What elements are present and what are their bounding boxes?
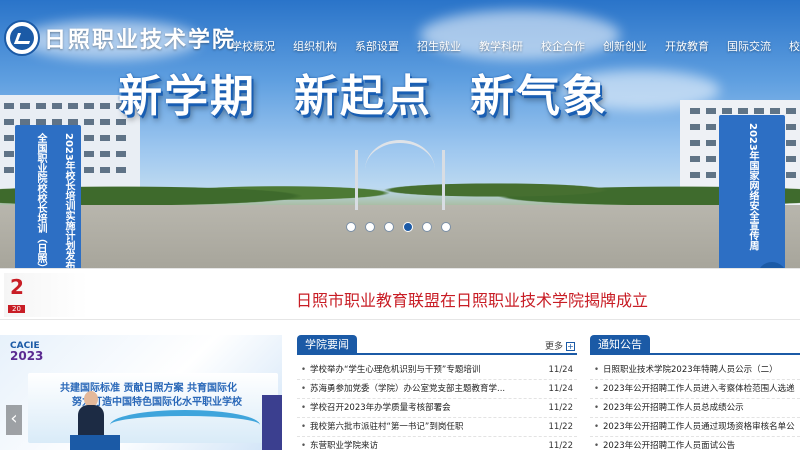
news-item[interactable]: 苏海勇参加党委（学院）办公室党支部主题教育学... 11/24 <box>297 380 577 399</box>
news-item-title: 东营职业学院来访 <box>301 437 378 450</box>
news-more-label: 更多 <box>544 342 563 352</box>
cacie-logo: CACIE 2023 <box>10 341 43 363</box>
carousel-dot[interactable] <box>441 222 451 232</box>
news-photo-slider[interactable]: CACIE 2023 共建国际标准 贡献日照方案 共育国际化 努力打造中国特色国… <box>0 335 282 450</box>
nav-item-industry-cooperation[interactable]: 校企合作 <box>532 38 594 54</box>
podium <box>70 435 120 450</box>
cacie-year: 2023 <box>10 349 44 363</box>
news-item[interactable]: 学校举办“学生心理危机识别与干预”专题培训 11/24 <box>297 361 577 380</box>
right-float-line-1: 2023年国家网络安全宣传周 <box>747 123 758 251</box>
news-panel: 学院要闻 更多+ 学校举办“学生心理危机识别与干预”专题培训 11/24 苏海勇参… <box>297 335 577 450</box>
logo-text: 日照职业技术学院 <box>44 27 237 53</box>
photo-prev-arrow-icon[interactable]: ‹ <box>6 405 22 435</box>
carousel-dot[interactable] <box>384 222 394 232</box>
carousel-dots <box>346 222 451 232</box>
news-item-date: 11/22 <box>548 403 574 413</box>
notice-item[interactable]: 日照职业技术学院2023年特聘人员公示（二） <box>590 361 800 380</box>
news-item-title: 苏海勇参加党委（学院）办公室党支部主题教育学... <box>301 380 505 398</box>
main-nav: 学校概况 组织机构 系部设置 招生就业 教学科研 校企合作 创新创业 开放教育 … <box>222 38 800 54</box>
site-logo[interactable]: 日照职业技术学院 <box>4 20 236 56</box>
backdrop-wave <box>110 410 260 440</box>
notice-panel-title[interactable]: 通知公告 <box>590 335 650 355</box>
news-item[interactable]: 学校召开2023年办学质量考核部署会 11/22 <box>297 399 577 418</box>
headline-tag-year: 20 <box>8 305 25 313</box>
nav-item-school-overview[interactable]: 学校概况 <box>222 38 284 54</box>
notice-item[interactable]: 2023年公开招聘工作人员通过现场资格审核名单公 <box>590 418 800 437</box>
campus-gate <box>355 150 445 210</box>
carousel-dot[interactable] <box>365 222 375 232</box>
nav-item-organization[interactable]: 组织机构 <box>284 38 346 54</box>
news-item-date: 11/24 <box>548 365 574 375</box>
news-item[interactable]: 东营职业学院来访 11/22 <box>297 437 577 450</box>
nav-item-innovation[interactable]: 创新创业 <box>594 38 656 54</box>
nav-item-international[interactable]: 国际交流 <box>718 38 780 54</box>
slogan-word: 新气象 <box>470 71 608 122</box>
slogan-word: 新学期 <box>118 71 256 122</box>
headline-link[interactable]: 日照市职业教育联盟在日照职业技术学院揭牌成立 <box>296 287 648 311</box>
notice-item[interactable]: 2023年公开招聘工作人员面试公告 <box>590 437 800 450</box>
headline-date-tag: 2 20 <box>4 273 88 317</box>
notice-panel-header: 通知公告 <box>590 335 800 355</box>
news-item-title: 学校举办“学生心理危机识别与干预”专题培训 <box>301 361 480 379</box>
carousel-dot[interactable] <box>346 222 356 232</box>
news-panel-title[interactable]: 学院要闻 <box>297 335 357 355</box>
site-header: 日照职业技术学院 学校概况 组织机构 系部设置 招生就业 教学科研 校企合作 创… <box>0 0 800 68</box>
carousel-dot[interactable] <box>403 222 413 232</box>
nav-item-teaching-research[interactable]: 教学科研 <box>470 38 532 54</box>
news-more-link[interactable]: 更多 + <box>545 339 575 352</box>
campus-plaza <box>0 205 800 268</box>
slogan-word: 新起点 <box>294 71 432 122</box>
news-item[interactable]: 我校第六批市派驻村“第一书记”到岗任职 11/22 <box>297 418 577 437</box>
headline-band: 2 20 日照市职业教育联盟在日照职业技术学院揭牌成立 <box>0 268 800 320</box>
notice-item[interactable]: 2023年公开招聘工作人员进入考察体检范围人选递 <box>590 380 800 399</box>
news-item-title: 我校第六批市派驻村“第一书记”到岗任职 <box>301 418 463 436</box>
news-item-date: 11/22 <box>548 422 574 432</box>
news-list: 学校举办“学生心理危机识别与干预”专题培训 11/24 苏海勇参加党委（学院）办公… <box>297 355 577 450</box>
notice-list: 日照职业技术学院2023年特聘人员公示（二） 2023年公开招聘工作人员进入考察… <box>590 355 800 450</box>
nav-item-admissions[interactable]: 招生就业 <box>408 38 470 54</box>
nav-item-departments[interactable]: 系部设置 <box>346 38 408 54</box>
news-item-title: 学校召开2023年办学质量考核部署会 <box>301 399 451 417</box>
nav-item-campus[interactable]: 校园 <box>780 38 800 54</box>
notice-item[interactable]: 2023年公开招聘工作人员总成绩公示 <box>590 399 800 418</box>
notice-panel: 通知公告 日照职业技术学院2023年特聘人员公示（二） 2023年公开招聘工作人… <box>590 335 800 450</box>
side-banner <box>262 395 282 450</box>
news-item-date: 11/24 <box>548 384 574 394</box>
news-panel-header: 学院要闻 更多 + <box>297 335 577 355</box>
hero-slogan: 新学期 新起点 新气象 <box>118 60 608 124</box>
headline-tag-number: 2 <box>10 275 24 299</box>
plus-icon: + <box>566 342 575 351</box>
school-emblem-icon <box>4 20 40 56</box>
nav-item-open-education[interactable]: 开放教育 <box>656 38 718 54</box>
news-item-date: 11/22 <box>548 441 574 450</box>
left-float-line-1: 2023年校长培训实施计划发布 <box>63 133 74 271</box>
carousel-dot[interactable] <box>422 222 432 232</box>
